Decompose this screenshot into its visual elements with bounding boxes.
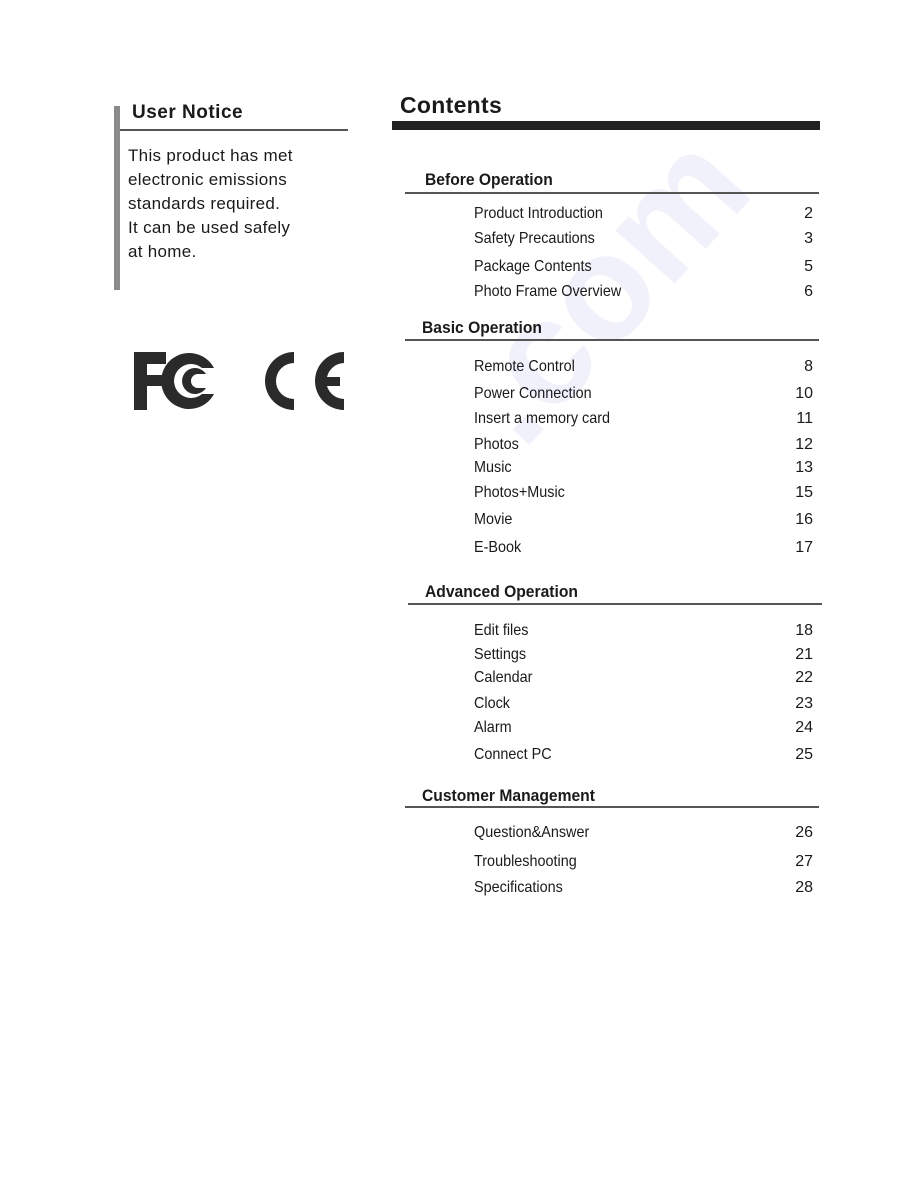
section-divider — [405, 806, 819, 808]
toc-entry-label[interactable]: Alarm — [474, 719, 512, 737]
toc-entry-label[interactable]: Power Connection — [474, 385, 592, 403]
toc-entry-label[interactable]: Movie — [474, 511, 512, 529]
contents-title: Contents — [400, 92, 503, 118]
notice-text: This product has met electronic emission… — [128, 144, 338, 264]
section-divider — [405, 339, 819, 341]
toc-entry-label[interactable]: Package Contents — [474, 258, 592, 276]
toc-entry-label[interactable]: Product Introduction — [474, 205, 603, 223]
toc-entry-label[interactable]: Settings — [474, 646, 526, 664]
toc-entry-label[interactable]: Connect PC — [474, 746, 552, 764]
toc-entry-page[interactable]: 16 — [773, 511, 813, 529]
toc-entry-label[interactable]: Safety Precautions — [474, 230, 595, 248]
toc-entry-page[interactable]: 28 — [773, 879, 813, 897]
toc-entry-page[interactable]: 23 — [773, 695, 813, 713]
section-divider — [405, 192, 819, 194]
toc-entry-page[interactable]: 12 — [773, 436, 813, 454]
notice-line: electronic emissions — [128, 170, 288, 189]
toc-entry-page[interactable]: 22 — [773, 669, 813, 687]
toc-entry-label[interactable]: Clock — [474, 695, 510, 713]
notice-line: standards required. — [128, 194, 281, 213]
notice-title: User Notice — [132, 102, 244, 123]
toc-entry-label[interactable]: Photos+Music — [474, 484, 565, 502]
toc-entry-label[interactable]: Specifications — [474, 879, 563, 897]
toc-entry-label[interactable]: Troubleshooting — [474, 853, 577, 871]
toc-entry-page[interactable]: 11 — [773, 410, 813, 428]
contents-title-bar — [392, 121, 820, 130]
toc-entry-page[interactable]: 26 — [773, 824, 813, 842]
toc-entry-label[interactable]: Edit files — [474, 622, 528, 640]
notice-line: at home. — [128, 242, 197, 261]
notice-line: It can be used safely — [128, 218, 291, 237]
toc-entry-page[interactable]: 13 — [773, 459, 813, 477]
toc-entry-label[interactable]: Photos — [474, 436, 519, 454]
section-title: Basic Operation — [422, 318, 542, 337]
toc-entry-page[interactable]: 25 — [773, 746, 813, 764]
notice-line: This product has met — [128, 146, 293, 165]
toc-entry-label[interactable]: Photo Frame Overview — [474, 283, 621, 301]
toc-entry-page[interactable]: 2 — [773, 205, 813, 223]
section-title: Customer Management — [422, 786, 595, 805]
ce-logo-icon — [265, 352, 344, 410]
section-divider — [408, 603, 822, 605]
toc-entry-page[interactable]: 8 — [773, 358, 813, 376]
toc-entry-page[interactable]: 3 — [773, 230, 813, 248]
toc-entry-page[interactable]: 24 — [773, 719, 813, 737]
toc-entry-label[interactable]: Music — [474, 459, 512, 477]
toc-entry-page[interactable]: 27 — [773, 853, 813, 871]
toc-entry-label[interactable]: Question&Answer — [474, 824, 589, 842]
section-title: Advanced Operation — [425, 582, 578, 601]
toc-entry-page[interactable]: 17 — [773, 539, 813, 557]
notice-side-bar — [114, 106, 120, 290]
toc-entry-page[interactable]: 6 — [773, 283, 813, 301]
toc-entry-label[interactable]: Insert a memory card — [474, 410, 610, 428]
fcc-logo-icon — [134, 352, 214, 410]
toc-entry-page[interactable]: 5 — [773, 258, 813, 276]
section-title: Before Operation — [425, 170, 553, 189]
toc-entry-label[interactable]: E-Book — [474, 539, 521, 557]
toc-entry-label[interactable]: Calendar — [474, 669, 532, 687]
toc-entry-page[interactable]: 15 — [773, 484, 813, 502]
toc-entry-page[interactable]: 10 — [773, 385, 813, 403]
toc-entry-page[interactable]: 21 — [773, 646, 813, 664]
toc-entry-page[interactable]: 18 — [773, 622, 813, 640]
notice-divider — [120, 129, 348, 131]
toc-entry-label[interactable]: Remote Control — [474, 358, 575, 376]
